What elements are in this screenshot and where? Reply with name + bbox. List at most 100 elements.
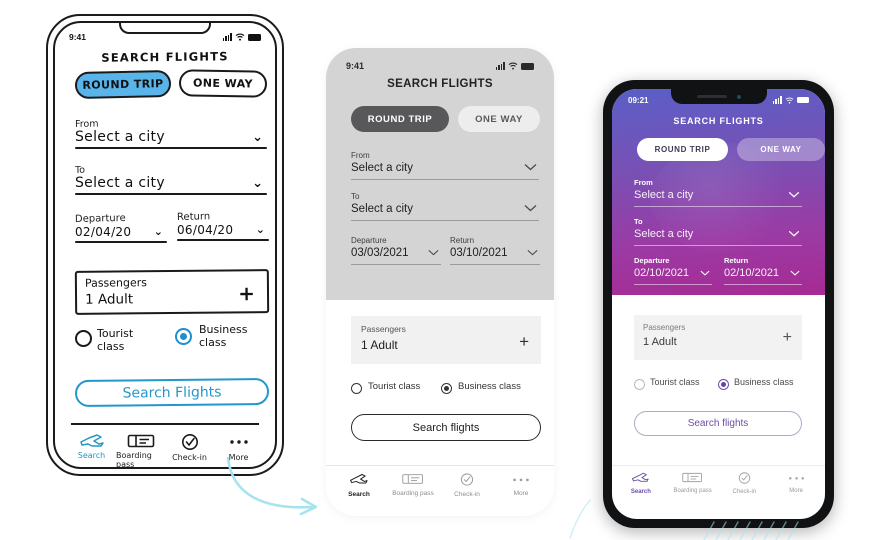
phone1-tourist-class-label-1: Tourist <box>97 327 134 340</box>
phone2-add-passenger-button[interactable]: + <box>519 333 529 350</box>
chevron-down-icon[interactable] <box>788 191 800 198</box>
phone1-round-trip-toggle[interactable]: ROUND TRIP <box>74 69 172 100</box>
phone3-nav-boarding-pass[interactable]: Boarding pass <box>667 471 719 513</box>
phone3-nav-search[interactable]: Search <box>615 471 667 513</box>
phone3-departure-field[interactable]: Departure 02/10/2021 <box>634 256 712 285</box>
phone1-return-field[interactable]: Return 06/04/20 ⌄ <box>177 211 269 241</box>
phone3-from-field[interactable]: From Select a city <box>634 178 802 207</box>
phone3-nav-check-in[interactable]: Check-in <box>719 471 771 513</box>
phone2-nav-more[interactable]: More <box>494 472 548 516</box>
phone1-passengers-label: Passengers <box>84 276 148 290</box>
phone3-status-icons <box>772 96 809 104</box>
ticket-icon <box>682 472 703 483</box>
phone2-search-flights-button[interactable]: Search flights <box>351 414 541 441</box>
chevron-down-icon[interactable] <box>788 230 800 237</box>
phone1-departure-field[interactable]: Departure 02/04/20 ⌄ <box>75 213 167 243</box>
phone3-passengers-label: Passengers <box>643 323 686 332</box>
phone1-tourist-class-label-2: class <box>97 340 125 353</box>
phone3-passengers-value: 1 Adult <box>643 336 677 348</box>
phone2-nav-boarding-pass-label: Boarding pass <box>392 490 434 497</box>
phone3-class-options: Tourist class Business class <box>634 377 814 395</box>
phone3-from-underline <box>634 206 802 207</box>
phone2-tourist-class-label: Tourist class <box>368 381 421 392</box>
chevron-down-icon[interactable]: ⌄ <box>252 130 263 145</box>
chevron-down-icon[interactable] <box>524 163 537 171</box>
chevron-down-icon[interactable]: ⌄ <box>154 225 163 238</box>
phone3-tourist-class-radio[interactable] <box>634 379 645 390</box>
phone1-nav-check-in[interactable]: Check-in <box>165 433 214 467</box>
phone2-nav-boarding-pass[interactable]: Boarding pass <box>386 472 440 516</box>
phone2-nav-check-in[interactable]: Check-in <box>440 472 494 516</box>
chevron-down-icon[interactable]: ⌄ <box>256 223 265 236</box>
phone1-return-label: Return <box>176 211 211 223</box>
phone1-nav-search[interactable]: Search <box>67 433 116 467</box>
signal-bars-icon <box>495 62 505 70</box>
phone2-nav-search[interactable]: Search <box>332 472 386 516</box>
phone3-to-underline <box>634 245 802 246</box>
phone1-nav-boarding-pass[interactable]: Boarding pass <box>116 433 165 467</box>
phone1-to-underline <box>75 193 267 195</box>
phone3-nav-divider <box>612 465 825 466</box>
check-circle-icon <box>181 434 198 450</box>
phone1-from-field[interactable]: From Select a city ⌄ <box>75 117 267 149</box>
chevron-down-icon[interactable] <box>790 270 800 276</box>
chevron-down-icon[interactable] <box>527 249 538 256</box>
phone3-to-label: To <box>634 217 643 226</box>
phone3-one-way-toggle[interactable]: ONE WAY <box>737 138 825 161</box>
phone2-nav-check-in-label: Check-in <box>454 491 480 498</box>
phone2-from-value: Select a city <box>351 162 413 174</box>
phone3-to-field[interactable]: To Select a city <box>634 217 802 246</box>
phone1-one-way-toggle[interactable]: ONE WAY <box>178 69 268 98</box>
phone2-from-field[interactable]: From Select a city <box>351 151 539 180</box>
phone3-add-passenger-button[interactable]: + <box>783 330 792 346</box>
phone1-business-class-label-2: class <box>199 336 227 349</box>
phone3-return-label: Return <box>724 256 749 265</box>
phone2-from-label: From <box>351 151 370 160</box>
phone2-passengers-label: Passengers <box>361 324 406 334</box>
phone3-nav-more[interactable]: More <box>770 471 822 513</box>
chevron-down-icon[interactable]: ⌄ <box>252 176 263 191</box>
phone2-business-class-radio[interactable] <box>441 383 452 394</box>
battery-icon <box>248 33 261 41</box>
wifi-icon <box>508 62 518 70</box>
phone2-nav-search-label: Search <box>348 491 370 498</box>
phone2-bottom-nav: Search Boarding pass Check-in More <box>332 472 548 516</box>
phone1-status-bar: 9:41 <box>69 30 261 44</box>
phone2-from-underline <box>351 179 539 180</box>
phone1-search-flights-button[interactable]: Search Flights <box>74 377 270 408</box>
phone3-business-class-radio[interactable] <box>718 379 729 390</box>
phone3-page-title: SEARCH FLIGHTS <box>673 116 764 126</box>
chevron-down-icon[interactable] <box>524 204 537 212</box>
phone2-departure-field[interactable]: Departure 03/03/2021 <box>351 236 441 265</box>
phone2-round-trip-toggle[interactable]: ROUND TRIP <box>351 106 449 132</box>
phone3-nav-more-label: More <box>789 488 803 494</box>
phone1-tourist-class-radio[interactable] <box>75 330 92 347</box>
phone1-class-options: Tourist class Business class <box>75 324 269 366</box>
phone3-search-flights-button[interactable]: Search flights <box>634 411 802 436</box>
phone3-return-field[interactable]: Return 02/10/2021 <box>724 256 802 285</box>
signal-bars-icon <box>222 33 232 41</box>
phone2-return-label: Return <box>450 236 475 245</box>
chevron-down-icon[interactable] <box>428 249 439 256</box>
phone3-bottom-nav: Search Boarding pass Check-in More <box>615 471 822 513</box>
phone1-from-value: Select a city <box>75 129 165 145</box>
phone2-tourist-class-radio[interactable] <box>351 383 362 394</box>
phone1-to-field[interactable]: To Select a city ⌄ <box>75 163 267 195</box>
battery-icon <box>797 97 809 103</box>
phone2-passengers-field[interactable]: Passengers 1 Adult + <box>351 316 541 364</box>
phone3-passengers-field[interactable]: Passengers 1 Adult + <box>634 315 802 360</box>
phone3-status-bar: 09:21 <box>628 94 809 106</box>
phone2-to-label: To <box>351 192 360 201</box>
phone2-one-way-toggle[interactable]: ONE WAY <box>458 106 540 132</box>
chevron-down-icon[interactable] <box>700 270 710 276</box>
phone1-add-passenger-button[interactable]: + <box>238 281 255 305</box>
phone3-round-trip-toggle[interactable]: ROUND TRIP <box>637 138 728 161</box>
phone1-to-value: Select a city <box>75 175 165 191</box>
phone2-to-field[interactable]: To Select a city <box>351 192 539 221</box>
phone1-business-class-radio[interactable] <box>175 328 192 345</box>
phone2-return-field[interactable]: Return 03/10/2021 <box>450 236 540 265</box>
phone1-passengers-field[interactable]: Passengers 1 Adult + <box>74 269 270 315</box>
phone2-status-time: 9:41 <box>346 61 365 71</box>
phone3-from-label: From <box>634 178 653 187</box>
airplane-icon <box>350 474 368 484</box>
